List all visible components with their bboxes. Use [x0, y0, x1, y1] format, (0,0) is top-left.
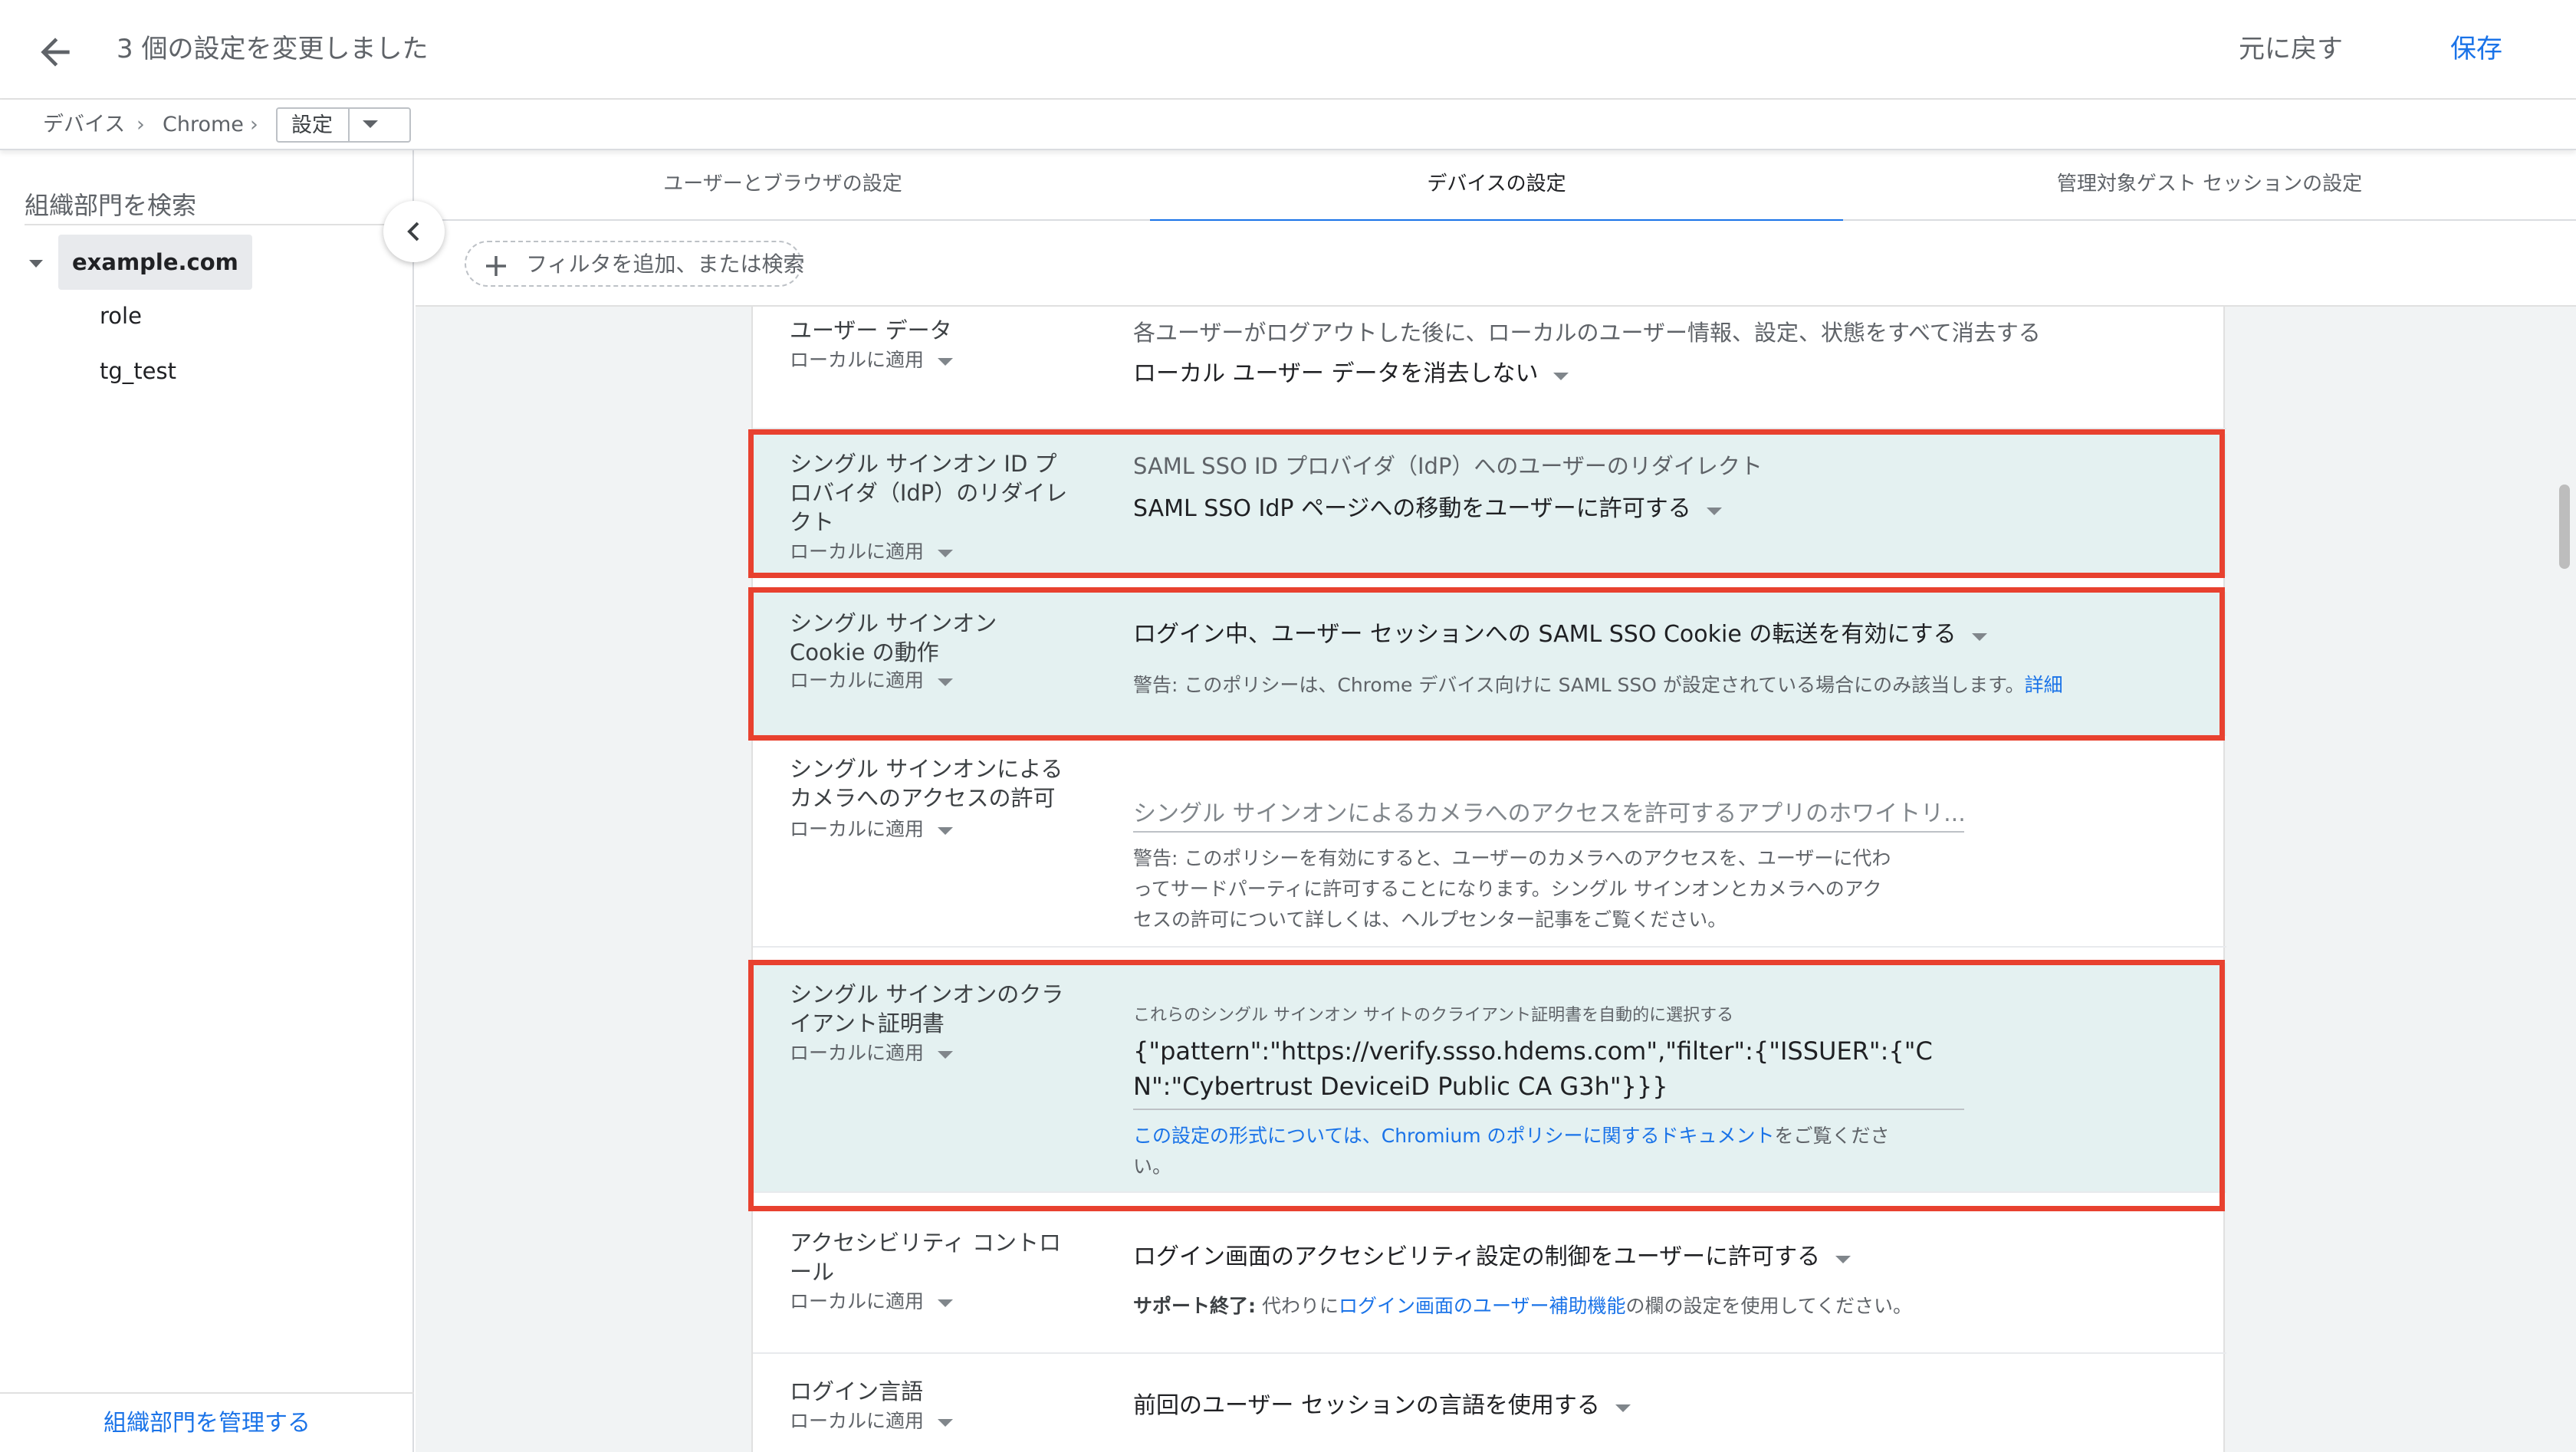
setting-value-dropdown[interactable]: 前回のユーザー セッションの言語を使用する: [1133, 1391, 1632, 1422]
dropdown-arrow-icon: [936, 669, 955, 694]
dropdown-arrow-icon: [936, 1410, 955, 1434]
back-arrow-icon[interactable]: [34, 31, 77, 74]
tab-managed-guest[interactable]: 管理対象ゲスト セッションの設定: [1843, 150, 2576, 221]
tab-device[interactable]: デバイスの設定: [1150, 150, 1843, 222]
applies-label: ローカルに適用: [790, 669, 925, 692]
applies-label: ローカルに適用: [790, 818, 925, 840]
dropdown-arrow-icon: [1834, 1243, 1852, 1273]
applies-locally-dropdown[interactable]: ローカルに適用: [790, 1041, 955, 1066]
setting-name: シングル サインオンのクライアント証明書: [790, 981, 1064, 1036]
manage-org-units-link[interactable]: 組織部門を管理する: [0, 1392, 414, 1452]
dropdown-arrow-icon: [1970, 620, 1989, 651]
dropdown-arrow-icon: [1552, 360, 1570, 390]
deprecation-label: サポート終了:: [1133, 1295, 1256, 1317]
field-label: これらのシングル サインオン サイトのクライアント証明書を自動的に選択する: [1133, 1006, 1734, 1025]
applies-label: ローカルに適用: [790, 1042, 925, 1064]
dropdown-arrow-icon: [936, 1042, 955, 1066]
undo-button[interactable]: 元に戻す: [2239, 31, 2343, 67]
applies-label: ローカルに適用: [790, 540, 925, 563]
setting-value: ログイン中、ユーザー セッションへの SAML SSO Cookie の転送を有…: [1133, 621, 1957, 648]
setting-name: ログイン言語: [790, 1378, 924, 1404]
org-unit-sidebar: 組織部門を検索 example.com role tg_test 組織部門を管理…: [0, 150, 414, 1452]
setting-name: アクセシビリティ コントロール: [790, 1230, 1062, 1285]
save-button[interactable]: 保存: [2450, 31, 2502, 67]
client-cert-textarea[interactable]: {"pattern":"https://verify.ssso.hdems.co…: [1133, 1033, 1964, 1110]
page-scrollbar[interactable]: [2559, 485, 2570, 569]
setting-row-accessibility: アクセシビリティ コントロール ローカルに適用 ログイン画面のアクセシビリティ設…: [753, 1208, 2226, 1354]
applies-locally-dropdown[interactable]: ローカルに適用: [790, 348, 955, 373]
breadcrumb-devices[interactable]: デバイス: [43, 112, 125, 138]
setting-name: ユーザー データ: [790, 317, 952, 343]
login-accessibility-link[interactable]: ログイン画面のユーザー補助機能: [1339, 1295, 1626, 1317]
tab-user-browser[interactable]: ユーザーとブラウザの設定: [416, 150, 1150, 221]
tree-expand-icon[interactable]: [28, 258, 44, 272]
applies-locally-dropdown[interactable]: ローカルに適用: [790, 669, 955, 694]
applies-locally-dropdown[interactable]: ローカルに適用: [790, 1289, 955, 1315]
setting-row-login-language: ログイン言語 ローカルに適用 前回のユーザー セッションの言語を使用する: [753, 1354, 2226, 1452]
breadcrumb-settings-select[interactable]: 設定: [276, 107, 411, 143]
dropdown-arrow-icon: [936, 1290, 955, 1315]
setting-value: 前回のユーザー セッションの言語を使用する: [1133, 1392, 1600, 1419]
collapse-sidebar-button[interactable]: [383, 201, 445, 262]
add-filter-button[interactable]: フィルタを追加、または検索: [465, 241, 805, 287]
applies-locally-dropdown[interactable]: ローカルに適用: [790, 1409, 955, 1434]
setting-row-sso-camera: シングル サインオンによるカメラへのアクセスの許可 ローカルに適用 シングル サ…: [753, 744, 2226, 948]
setting-description: SAML SSO ID プロバイダ（IdP）へのユーザーのリダイレクト: [1133, 453, 1763, 479]
chevron-right-icon: ›: [250, 113, 258, 136]
settings-card: ユーザー データ ローカルに適用 各ユーザーがログアウトした後に、ローカルのユー…: [751, 307, 2226, 1452]
setting-row-user-data: ユーザー データ ローカルに適用 各ユーザーがログアウトした後に、ローカルのユー…: [753, 307, 2226, 429]
applies-label: ローカルに適用: [790, 349, 925, 371]
warning-note: 警告: このポリシーは、Chrome デバイス向けに SAML SSO が設定さ…: [1133, 670, 2063, 701]
org-tree-root[interactable]: example.com: [58, 235, 252, 290]
settings-content: ユーザー データ ローカルに適用 各ユーザーがログアウトした後に、ローカルのユー…: [416, 307, 2576, 1452]
breadcrumb-current: 設定: [291, 113, 333, 137]
chromium-policy-doc-link[interactable]: この設定の形式については、Chromium のポリシーに関するドキュメント: [1133, 1125, 1775, 1147]
note-prefix: 代わりに: [1256, 1295, 1339, 1317]
applies-label: ローカルに適用: [790, 1410, 925, 1432]
setting-value-dropdown[interactable]: ローカル ユーザー データを消去しない: [1133, 359, 1570, 390]
plus-icon: [483, 253, 509, 282]
filter-bar: フィルタを追加、または検索: [416, 221, 2576, 307]
setting-name: シングル サインオン Cookie の動作: [790, 610, 997, 665]
dropdown-arrow-icon: [936, 540, 955, 565]
dropdown-arrow-icon: [1614, 1391, 1632, 1422]
applies-locally-dropdown[interactable]: ローカルに適用: [790, 540, 955, 565]
setting-value: SAML SSO IdP ページへの移動をユーザーに許可する: [1133, 495, 1691, 522]
setting-description: 各ユーザーがログアウトした後に、ローカルのユーザー情報、設定、状態をすべて消去す…: [1133, 320, 2041, 346]
setting-row-sso-client-cert: シングル サインオンのクライアント証明書 ローカルに適用 これらのシングル サイ…: [753, 963, 2226, 1193]
warning-note: 警告: このポリシーを有効にすると、ユーザーのカメラへのアクセスを、ユーザーに代…: [1133, 847, 1891, 931]
select-divider: [348, 109, 350, 141]
settings-tabs: ユーザーとブラウザの設定 デバイスの設定 管理対象ゲスト セッションの設定: [416, 150, 2576, 222]
org-search-input[interactable]: 組織部門を検索: [25, 189, 414, 225]
setting-value: ログイン画面のアクセシビリティ設定の制御をユーザーに許可する: [1133, 1243, 1821, 1270]
breadcrumb: デバイス › Chrome › 設定: [0, 100, 2576, 150]
top-bar: 3 個の設定を変更しました 元に戻す 保存: [0, 0, 2576, 100]
setting-value: ローカル ユーザー データを消去しない: [1133, 360, 1539, 387]
deprecation-note: サポート終了: 代わりにログイン画面のユーザー補助機能の欄の設定を使用してくださ…: [1133, 1291, 1912, 1322]
learn-more-link[interactable]: 詳細: [2025, 674, 2063, 696]
camera-whitelist-input[interactable]: シングル サインオンによるカメラへのアクセスを許可するアプリのホワイトリ...: [1133, 797, 1964, 833]
setting-value-dropdown[interactable]: ログイン中、ユーザー セッションへの SAML SSO Cookie の転送を有…: [1133, 619, 1989, 651]
setting-row-sso-idp-redirect: シングル サインオン ID プロバイダ（IdP）のリダイレクト ローカルに適用 …: [753, 434, 2226, 577]
dropdown-arrow-icon: [936, 349, 955, 373]
dropdown-arrow-icon: [936, 818, 955, 843]
format-note: この設定の形式については、Chromium のポリシーに関するドキュメントをご覧…: [1133, 1121, 1900, 1182]
applies-locally-dropdown[interactable]: ローカルに適用: [790, 817, 955, 843]
warning-text: 警告: このポリシーは、Chrome デバイス向けに SAML SSO が設定さ…: [1133, 674, 2025, 696]
breadcrumb-chrome[interactable]: Chrome: [163, 112, 244, 138]
dropdown-arrow-icon: [1705, 494, 1723, 525]
dropdown-arrow-icon: [360, 118, 380, 133]
org-tree-item[interactable]: role: [100, 301, 142, 331]
applies-label: ローカルに適用: [790, 1290, 925, 1312]
org-tree-item[interactable]: tg_test: [100, 356, 176, 386]
setting-name: シングル サインオンによるカメラへのアクセスの許可: [790, 756, 1063, 811]
filter-label: フィルタを追加、または検索: [526, 251, 805, 277]
setting-value-dropdown[interactable]: SAML SSO IdP ページへの移動をユーザーに許可する: [1133, 494, 1723, 525]
note-suffix: の欄の設定を使用してください。: [1625, 1295, 1912, 1317]
setting-name: シングル サインオン ID プロバイダ（IdP）のリダイレクト: [790, 451, 1068, 535]
setting-row-sso-cookie: シングル サインオン Cookie の動作 ローカルに適用 ログイン中、ユーザー…: [753, 592, 2226, 736]
page-title: 3 個の設定を変更しました: [117, 34, 429, 64]
chevron-right-icon: ›: [136, 113, 145, 136]
setting-value-dropdown[interactable]: ログイン画面のアクセシビリティ設定の制御をユーザーに許可する: [1133, 1242, 1852, 1273]
